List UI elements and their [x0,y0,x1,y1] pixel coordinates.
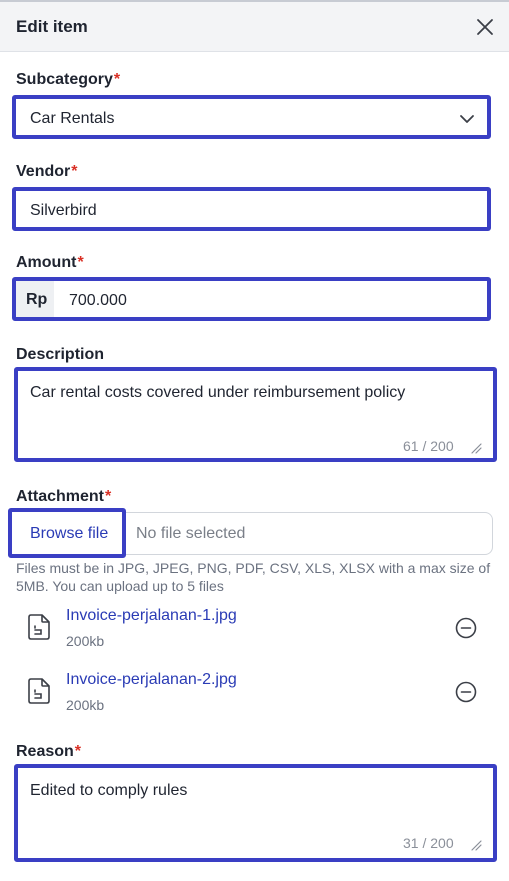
reason-value: Edited to comply rules [30,782,188,799]
subcategory-value: Car Rentals [30,110,115,127]
attachment-item: Invoice-perjalanan-2.jpg 200kb [0,664,509,720]
reason-label-text: Reason [16,743,74,760]
subcategory-select[interactable]: Car Rentals [12,95,491,139]
required-marker: * [77,254,84,271]
attachment-hint: Files must be in JPG, JPEG, PNG, PDF, CS… [16,560,491,594]
required-marker: * [113,71,121,88]
close-button[interactable] [474,16,496,38]
attachment-file-size: 200kb [66,633,105,649]
file-status: No file selected [136,525,246,542]
close-icon [477,19,493,35]
required-marker: * [71,163,78,180]
amount-input[interactable]: Rp 700.000 [12,277,491,321]
attachment-label-text: Attachment [16,488,105,505]
required-marker: * [105,488,112,505]
description-textarea[interactable]: Car rental costs covered under reimburse… [14,367,497,462]
attachment-label: Attachment* [16,488,111,506]
browse-file-label: Browse file [30,525,109,542]
browse-file-button[interactable]: Browse file [8,508,126,558]
vendor-label-text: Vendor [16,163,71,180]
modal-header: Edit item [0,0,509,52]
amount-label-text: Amount [16,254,77,271]
chevron-down-icon [460,115,474,123]
modal-title: Edit item [16,17,88,36]
remove-circle-icon[interactable] [454,680,478,704]
attachment-file-name[interactable]: Invoice-perjalanan-1.jpg [66,607,237,625]
currency-label: Rp [26,291,48,308]
subcategory-label: Subcategory* [16,71,120,89]
subcategory-label-text: Subcategory [16,71,113,88]
amount-value: 700.000 [69,292,127,309]
file-icon [28,614,50,640]
file-icon [28,678,50,704]
description-counter: 61 / 200 [403,438,454,454]
remove-circle-icon[interactable] [454,616,478,640]
required-marker: * [74,743,82,760]
resize-handle-icon[interactable] [470,839,482,851]
currency-prefix: Rp [16,281,54,317]
vendor-value: Silverbird [30,202,97,219]
attachment-file-name[interactable]: Invoice-perjalanan-2.jpg [66,671,237,689]
description-label-text: Description [16,346,105,363]
reason-counter: 31 / 200 [403,835,454,851]
reason-textarea[interactable]: Edited to comply rules 31 / 200 [14,764,497,862]
vendor-label: Vendor* [16,163,77,181]
attachment-file-size: 200kb [66,697,105,713]
description-value: Car rental costs covered under reimburse… [30,384,406,401]
vendor-input[interactable]: Silverbird [12,187,491,231]
attachment-item: Invoice-perjalanan-1.jpg 200kb [0,600,509,656]
description-label: Description [16,346,104,364]
reason-label: Reason* [16,743,81,761]
resize-handle-icon[interactable] [470,442,482,454]
amount-label: Amount* [16,254,84,272]
